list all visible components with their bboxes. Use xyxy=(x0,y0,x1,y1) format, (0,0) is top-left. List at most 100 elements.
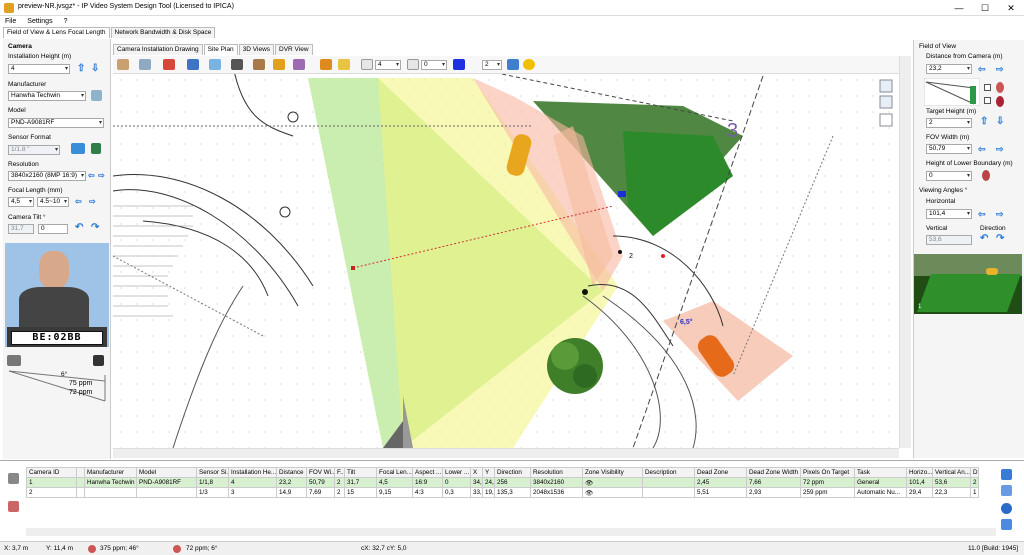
remove-camera-icon[interactable] xyxy=(1001,485,1012,496)
distance-right-icon[interactable]: ⇨ xyxy=(996,64,1004,74)
table-header-cell[interactable]: Resolution xyxy=(530,467,583,478)
table-header-cell[interactable] xyxy=(76,467,85,478)
number-select[interactable]: 2 xyxy=(482,60,502,70)
distance-select[interactable]: 23,2 xyxy=(926,64,972,74)
lower-boundary-select[interactable]: 0 xyxy=(926,171,972,181)
checkbox-head[interactable] xyxy=(984,84,991,91)
car-tool-icon[interactable] xyxy=(273,59,285,70)
pen-tool-icon[interactable] xyxy=(293,59,305,70)
search-camera-icon[interactable] xyxy=(91,90,102,101)
table-header-cell[interactable]: Manufacturer xyxy=(84,467,137,478)
minimize-button[interactable]: — xyxy=(948,2,970,14)
table-header-cell[interactable]: Horizo... xyxy=(906,467,933,478)
menu-help[interactable]: ? xyxy=(64,18,68,25)
distance-left-icon[interactable]: ⇦ xyxy=(978,64,986,74)
maximize-button[interactable]: ☐ xyxy=(974,2,996,14)
table-header-cell[interactable]: X xyxy=(470,467,483,478)
table-header-cell[interactable]: D xyxy=(970,467,979,478)
print-icon[interactable] xyxy=(507,59,519,70)
direction-left-icon[interactable]: ↶ xyxy=(980,234,988,244)
tab-3d-views[interactable]: 3D Views xyxy=(238,44,275,55)
eraser-icon[interactable] xyxy=(338,59,350,70)
horizontal-select[interactable]: 101,4 xyxy=(926,209,972,219)
table-header-cell[interactable]: Vertical An... xyxy=(932,467,971,478)
target-height-select[interactable]: 2 xyxy=(926,118,972,128)
table-header-cell[interactable]: FOV Wi... xyxy=(306,467,335,478)
resolution-select[interactable]: 3840x2160 (8MP 16:9) xyxy=(8,171,86,181)
table-header-cell[interactable]: Distance xyxy=(276,467,307,478)
table-row[interactable]: 21/3314,97,692159,154:30,333,819,5135,32… xyxy=(26,487,979,498)
table-header-cell[interactable]: Y xyxy=(482,467,495,478)
arrow-down-icon[interactable]: ⇩ xyxy=(91,64,99,74)
table-header-cell[interactable]: Description xyxy=(642,467,695,478)
focal-range-select[interactable]: 4.5~10 xyxy=(37,197,69,207)
fov-width-select[interactable]: 50,79 xyxy=(926,144,972,154)
table-header-cell[interactable]: Dead Zone Width xyxy=(746,467,801,478)
table-header-cell[interactable]: Model xyxy=(136,467,197,478)
tab-dvr-view[interactable]: DVR View xyxy=(275,44,313,55)
table-scrollbar[interactable] xyxy=(26,528,996,536)
sensor-select[interactable]: 1/1.8 " xyxy=(8,145,60,155)
color-picker[interactable] xyxy=(453,59,465,70)
width-right-icon[interactable]: ⇨ xyxy=(996,144,1004,154)
tab-install-drawing[interactable]: Camera Installation Drawing xyxy=(113,44,203,55)
table-header-cell[interactable]: Pixels On Target xyxy=(800,467,855,478)
width-left-icon[interactable]: ⇦ xyxy=(978,144,986,154)
table-header-cell[interactable]: Camera ID xyxy=(26,467,77,478)
tab-bandwidth[interactable]: Network Bandwidth & Disk Space xyxy=(110,27,216,38)
left-arrow-icon[interactable]: ⇦ xyxy=(88,171,95,181)
thickness-select[interactable]: 0 xyxy=(421,60,447,70)
image-tool-icon[interactable] xyxy=(139,59,151,70)
table-header-cell[interactable]: Focal Len... xyxy=(376,467,413,478)
undo-icon[interactable] xyxy=(320,59,332,70)
direction-right-icon[interactable]: ↷ xyxy=(996,234,1004,244)
edit-list-icon[interactable] xyxy=(8,501,19,512)
table-header-cell[interactable]: Installation He... xyxy=(228,467,277,478)
site-plan-canvas[interactable]: 6,5° 2 3 xyxy=(113,56,899,448)
horizontal-right-icon[interactable]: ⇨ xyxy=(996,209,1004,219)
shape-tool-icon[interactable] xyxy=(187,59,199,70)
checkbox-body[interactable] xyxy=(984,97,991,104)
camera-list-icon[interactable] xyxy=(8,473,19,484)
table-header-cell[interactable]: F... xyxy=(334,467,345,478)
table-header-cell[interactable]: Zone Visibility xyxy=(582,467,643,478)
arrow-up-icon[interactable]: ⇧ xyxy=(77,64,85,74)
landscape-icon[interactable] xyxy=(71,143,85,154)
menu-file[interactable]: File xyxy=(5,18,16,25)
model-select[interactable]: PND-A9081RF xyxy=(8,118,104,128)
focal-select[interactable]: 4,5 xyxy=(8,197,34,207)
table-row[interactable]: 1 Hanwha Techwin PND-A9081RF 1/1,8 4 23,2 50,7… xyxy=(26,477,979,488)
add-camera-icon[interactable] xyxy=(1001,469,1012,480)
table-header-cell[interactable]: Tilt xyxy=(344,467,377,478)
table-header-cell[interactable]: Task xyxy=(854,467,907,478)
camera-tool-icon[interactable] xyxy=(209,59,221,70)
table-header-cell[interactable]: Sensor Si... xyxy=(196,467,229,478)
layer-select[interactable]: 4 xyxy=(375,60,401,70)
menu-settings[interactable]: Settings xyxy=(27,18,52,25)
horizontal-scrollbar[interactable] xyxy=(113,448,899,458)
table-header-cell[interactable]: Aspect ... xyxy=(412,467,443,478)
export-icon[interactable] xyxy=(1001,519,1012,530)
door-tool-icon[interactable] xyxy=(253,59,265,70)
focal-left-icon[interactable]: ⇦ xyxy=(75,197,82,207)
tab-site-plan[interactable]: Site Plan xyxy=(203,44,238,55)
manufacturer-select[interactable]: Hanwha Techwin xyxy=(8,91,86,101)
vertical-scrollbar[interactable] xyxy=(899,56,911,448)
height-up-icon[interactable]: ⇧ xyxy=(980,117,988,127)
horizontal-left-icon[interactable]: ⇦ xyxy=(978,209,986,219)
install-height-select[interactable]: 4 xyxy=(8,64,70,74)
rotate-left-icon[interactable]: ↶ xyxy=(75,223,83,233)
portrait-icon[interactable] xyxy=(91,143,101,154)
person-tool-icon[interactable] xyxy=(231,59,243,70)
rotate-right-icon[interactable]: ↷ xyxy=(91,223,99,233)
tilt-input[interactable]: 0 xyxy=(38,224,68,234)
height-down-icon[interactable]: ⇩ xyxy=(996,117,1004,127)
table-header-cell[interactable]: Lower ... xyxy=(442,467,471,478)
close-button[interactable]: ✕ xyxy=(1000,2,1022,14)
table-header-cell[interactable]: Dead Zone xyxy=(694,467,747,478)
tab-fov[interactable]: Field of View & Lens Focal Length xyxy=(3,27,110,38)
select-tool-icon[interactable] xyxy=(117,59,129,70)
measure-icon[interactable] xyxy=(523,59,535,70)
right-arrow-icon[interactable]: ⇨ xyxy=(98,171,105,181)
table-header-cell[interactable]: Direction xyxy=(494,467,531,478)
